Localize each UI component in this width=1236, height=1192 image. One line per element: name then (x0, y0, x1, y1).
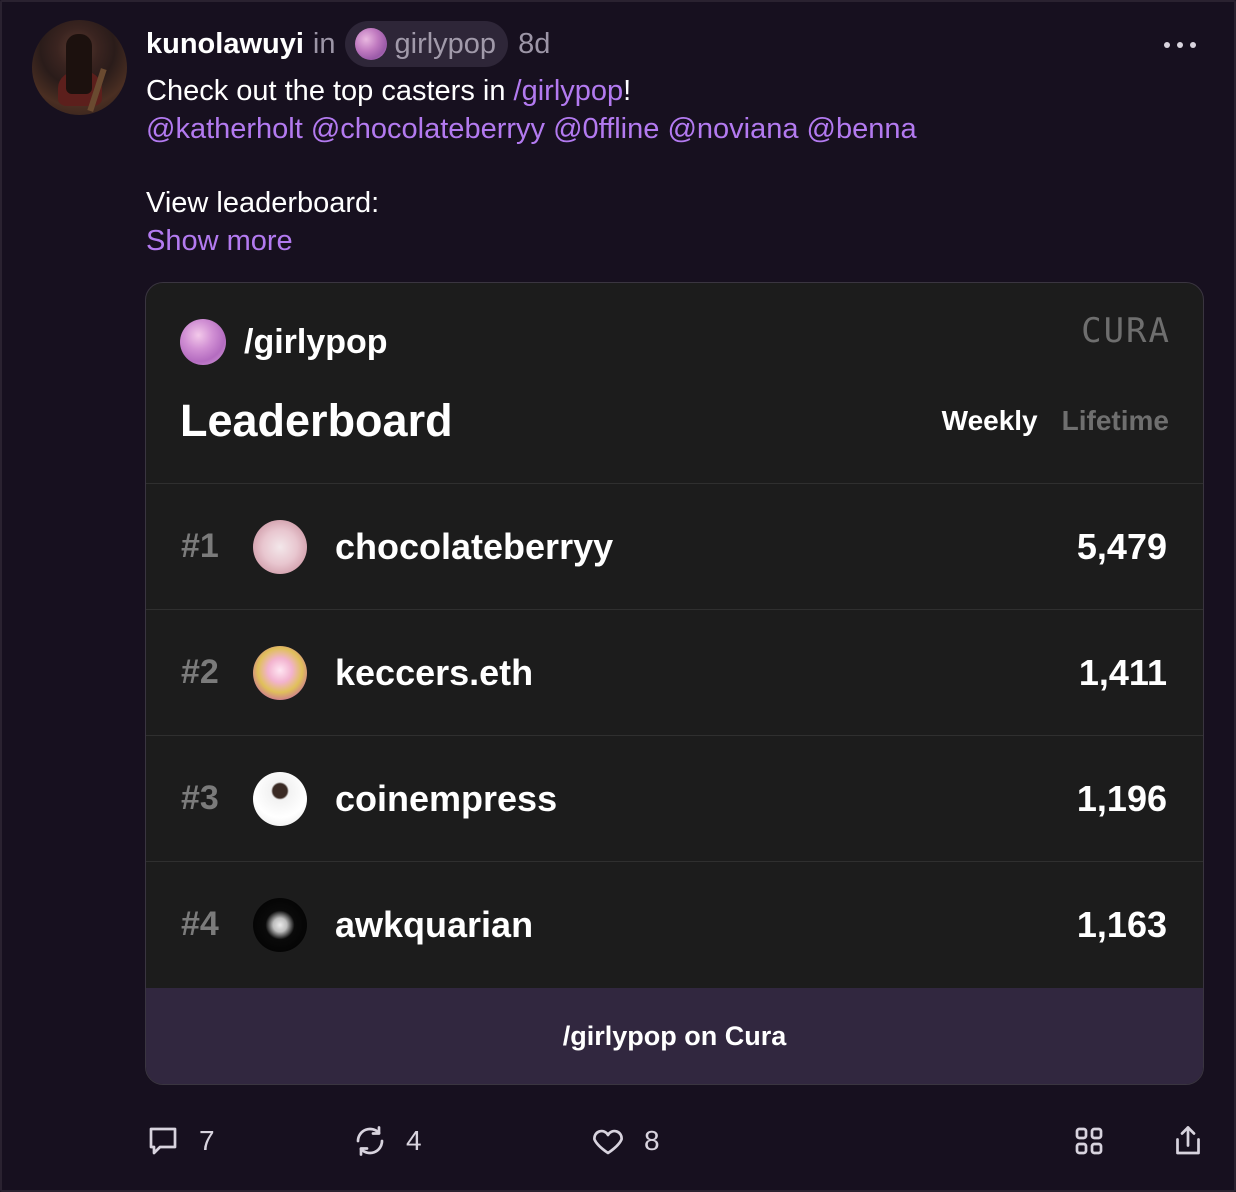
user-avatar (253, 897, 307, 952)
leaderboard-card[interactable]: /girlypop CURA Leaderboard Weekly Lifeti… (145, 282, 1204, 1085)
comment-icon (149, 1127, 177, 1155)
row-rank: #3 (181, 779, 219, 817)
grid-button[interactable] (1071, 1118, 1107, 1164)
period-tabs: Weekly Lifetime (942, 405, 1169, 437)
tab-weekly[interactable]: Weekly (942, 405, 1038, 437)
channel-pill-label: girlypop (394, 27, 497, 60)
leaderboard-row[interactable]: #4 awkquarian 1,163 (146, 861, 1203, 987)
post-text-suffix: ! (623, 75, 632, 107)
recast-count: 4 (406, 1125, 422, 1156)
row-username: chocolateberryy (335, 525, 614, 567)
leaderboard-row[interactable]: #2 keccers.eth 1,411 (146, 609, 1203, 735)
row-rank: #4 (181, 905, 219, 943)
row-rank: #1 (181, 527, 219, 565)
heart-icon (593, 1129, 623, 1155)
mention-link[interactable]: @noviana (667, 113, 798, 145)
share-icon (1176, 1126, 1200, 1155)
leaderboard-title: Leaderboard (180, 395, 453, 446)
action-bar: 7 4 8 (0, 1118, 1236, 1164)
comment-count: 7 (199, 1125, 215, 1156)
avatar-figure-shape (66, 34, 92, 94)
row-score: 1,411 (1078, 651, 1167, 693)
card-channel: /girlypop (180, 319, 388, 365)
channel-icon (354, 28, 387, 60)
channel-pill[interactable]: girlypop (344, 21, 509, 67)
mentions-line: @katherholt @chocolateberryy @0ffline @n… (146, 110, 917, 148)
post-age: 8d (518, 27, 551, 60)
row-username: keccers.eth (335, 651, 534, 693)
author-avatar[interactable] (32, 20, 127, 115)
post-header: kunolawuyi in girlypop 8d (146, 21, 551, 67)
recast-icon (356, 1126, 384, 1156)
row-rank: #2 (181, 653, 219, 691)
tab-lifetime[interactable]: Lifetime (1062, 405, 1169, 437)
mention-link[interactable]: @0ffline (553, 113, 659, 145)
post-text-prefix: Check out the top casters in (146, 75, 514, 107)
post-body: Check out the top casters in /girlypop! … (146, 72, 917, 260)
more-dots-icon[interactable] (1164, 30, 1204, 60)
grid-icon (1075, 1127, 1103, 1155)
leaderboard-row[interactable]: #3 coinempress 1,196 (146, 735, 1203, 861)
recast-button[interactable]: 4 (352, 1118, 422, 1164)
show-more-link[interactable]: Show more (146, 222, 917, 260)
leaderboard-rows: #1 chocolateberryy 5,479 #2 keccers.eth … (146, 483, 1203, 987)
share-button[interactable] (1170, 1118, 1206, 1164)
channel-link[interactable]: /girlypop (514, 75, 624, 107)
card-channel-icon (180, 319, 226, 365)
row-username: coinempress (335, 777, 558, 819)
row-username: awkquarian (335, 903, 534, 945)
leaderboard-row[interactable]: #1 chocolateberryy 5,479 (146, 483, 1203, 609)
comment-button[interactable]: 7 (145, 1118, 215, 1164)
author-username[interactable]: kunolawuyi (146, 28, 304, 61)
card-footer-link[interactable]: /girlypop on Cura (146, 988, 1203, 1084)
like-button[interactable]: 8 (590, 1118, 660, 1164)
view-leaderboard-text: View leaderboard: (146, 187, 380, 219)
mention-link[interactable]: @katherholt (146, 113, 303, 145)
mention-link[interactable]: @chocolateberryy (311, 113, 545, 145)
like-count: 8 (644, 1125, 660, 1156)
cura-logo: CURA (1081, 311, 1171, 351)
mention-link[interactable]: @benna (807, 113, 917, 145)
user-avatar (253, 771, 307, 826)
card-channel-name: /girlypop (244, 322, 388, 361)
in-label: in (312, 27, 336, 60)
row-score: 5,479 (1076, 525, 1167, 567)
row-score: 1,196 (1076, 777, 1167, 819)
row-score: 1,163 (1076, 903, 1167, 945)
user-avatar (253, 645, 307, 700)
user-avatar (253, 519, 307, 574)
post-text-line: Check out the top casters in /girlypop! (146, 72, 917, 110)
